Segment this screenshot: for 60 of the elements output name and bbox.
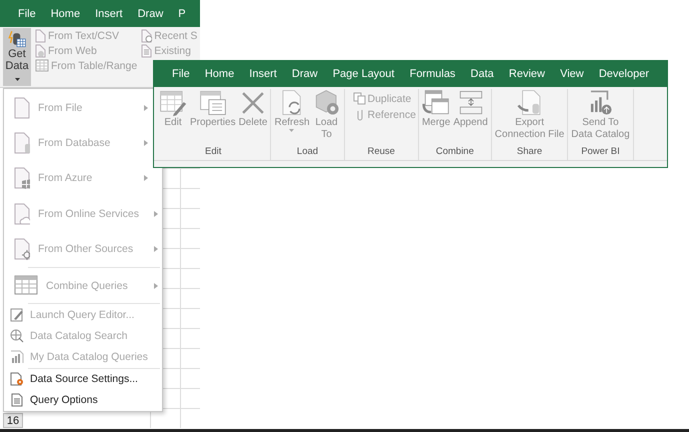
file-icon	[14, 96, 30, 119]
ribbon-command[interactable]: Delete	[238, 89, 268, 146]
globe-search-icon	[10, 329, 24, 344]
table-pencil-icon	[159, 89, 187, 117]
submenu-arrow-icon	[144, 140, 148, 146]
web-file-icon	[35, 44, 46, 58]
ribbon-tab[interactable]: File	[172, 68, 190, 80]
ribbon-command[interactable]: Edit	[158, 89, 188, 146]
ribbon-command[interactable]: Load To	[312, 89, 342, 146]
database-file-icon	[14, 132, 30, 154]
ribbon-command[interactable]: Reference	[352, 107, 416, 122]
dropdown-caret-icon	[14, 78, 20, 81]
document-list-icon	[10, 393, 24, 408]
menu-item[interactable]: Query Options	[4, 390, 162, 411]
group-label: Combine	[436, 146, 474, 159]
ribbon-command[interactable]: Refresh	[273, 89, 310, 146]
ribbon-command[interactable]: Duplicate	[352, 91, 416, 106]
group-label: Load	[296, 146, 318, 159]
bar-chart-icon	[10, 350, 24, 364]
lines-file-icon	[141, 44, 152, 58]
edit-query-icon	[10, 308, 24, 322]
row-header: 16	[3, 413, 23, 428]
submenu-arrow-icon	[154, 210, 158, 217]
ribbon-tab[interactable]: Home	[50, 8, 80, 20]
windows-file-icon	[14, 167, 30, 190]
submenu-arrow-icon	[144, 104, 148, 111]
submenu-arrow-icon	[154, 282, 158, 289]
menu-item[interactable]: Data Source Settings...	[4, 368, 162, 390]
ribbon-tab[interactable]: Home	[204, 68, 234, 80]
ribbon-tab[interactable]: View	[560, 68, 584, 80]
merge-tables-icon	[422, 89, 450, 117]
group-label: Power BI	[581, 146, 620, 159]
ribbon-tab[interactable]: Developer	[598, 68, 649, 80]
submenu-arrow-icon	[144, 175, 148, 182]
ribbon-command[interactable]: Properties	[189, 89, 237, 146]
group-label: Share	[516, 146, 542, 159]
group-label: Reuse	[367, 146, 395, 159]
crosshair-file-icon	[14, 238, 30, 260]
ribbon-tab[interactable]: Formulas	[410, 68, 456, 80]
cloud-file-icon	[14, 202, 30, 225]
ribbon-command[interactable]: Send To Data Catalog	[570, 89, 631, 146]
gear-document-icon	[10, 372, 24, 386]
ribbon-tab[interactable]: Data	[470, 68, 494, 80]
copy-icon	[352, 92, 366, 105]
table-list-icon	[198, 89, 227, 117]
ribbon-tab[interactable]: Page Layout	[332, 68, 394, 80]
ribbon-command[interactable]: Append	[452, 89, 489, 146]
get-data-button[interactable]: Get Data	[3, 28, 31, 86]
table-range-icon	[35, 59, 49, 72]
ribbon-tab[interactable]: Draw	[138, 8, 164, 20]
ribbon-tab[interactable]: File	[18, 8, 36, 20]
ribbon-tab[interactable]: P	[178, 8, 186, 20]
ribbon-command[interactable]: Merge	[420, 89, 452, 146]
ribbon-tab[interactable]: Insert	[95, 8, 123, 20]
ribbon-command[interactable]: Export Connection File	[494, 89, 566, 146]
ribbon-tab[interactable]: Review	[508, 68, 545, 80]
ribbon-tab[interactable]: Insert	[249, 68, 277, 80]
ribbon-tab[interactable]: Draw	[292, 68, 318, 80]
group-label: Edit	[205, 146, 222, 159]
submenu-arrow-icon	[154, 246, 158, 252]
